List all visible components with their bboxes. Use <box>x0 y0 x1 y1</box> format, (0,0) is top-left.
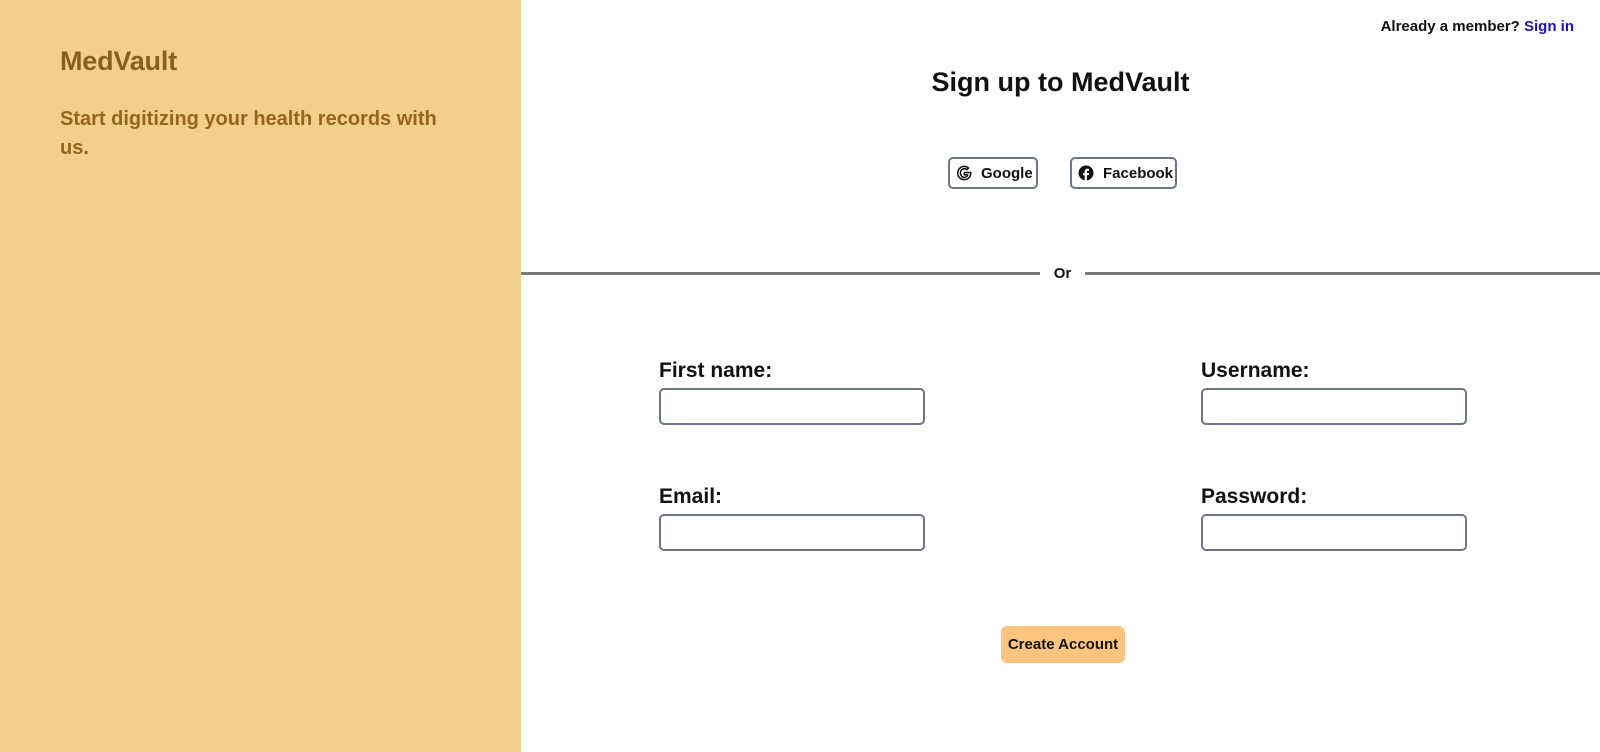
first-name-input[interactable] <box>659 388 925 425</box>
email-field-group: Email: <box>659 485 926 551</box>
google-button-label: Google <box>981 164 1033 182</box>
signup-page: MedVault Start digitizing your health re… <box>0 0 1600 752</box>
brand-name: MedVault <box>60 46 177 76</box>
email-label: Email: <box>659 485 723 508</box>
password-input[interactable] <box>1201 514 1467 551</box>
username-input[interactable] <box>1201 388 1467 425</box>
divider-right-line <box>1085 272 1600 275</box>
password-field-group: Password: <box>1201 485 1468 551</box>
brand-panel: MedVault Start digitizing your health re… <box>0 0 521 752</box>
google-signup-button[interactable]: Google <box>948 157 1038 189</box>
member-prompt-text: Already a member? <box>1380 18 1520 35</box>
first-name-field-group: First name: <box>659 359 926 425</box>
divider-left-line <box>521 272 1040 275</box>
google-icon <box>955 164 973 182</box>
username-label: Username: <box>1201 359 1310 382</box>
page-title: Sign up to MedVault <box>931 67 1190 97</box>
divider-or-text: Or <box>1053 265 1072 282</box>
first-name-label: First name: <box>659 359 773 382</box>
facebook-button-label: Facebook <box>1103 164 1174 182</box>
create-account-button[interactable]: Create Account <box>1001 626 1125 663</box>
member-prompt-row: Already a member? Sign in <box>1381 18 1574 35</box>
username-field-group: Username: <box>1201 359 1468 425</box>
facebook-icon <box>1077 164 1095 182</box>
password-label: Password: <box>1201 485 1308 508</box>
sign-in-link[interactable]: Sign in <box>1524 18 1574 35</box>
brand-tagline: Start digitizing your health records wit… <box>60 108 437 159</box>
signup-panel: Already a member? Sign in Sign up to Med… <box>521 0 1600 752</box>
facebook-signup-button[interactable]: Facebook <box>1070 157 1177 189</box>
email-input[interactable] <box>659 514 925 551</box>
